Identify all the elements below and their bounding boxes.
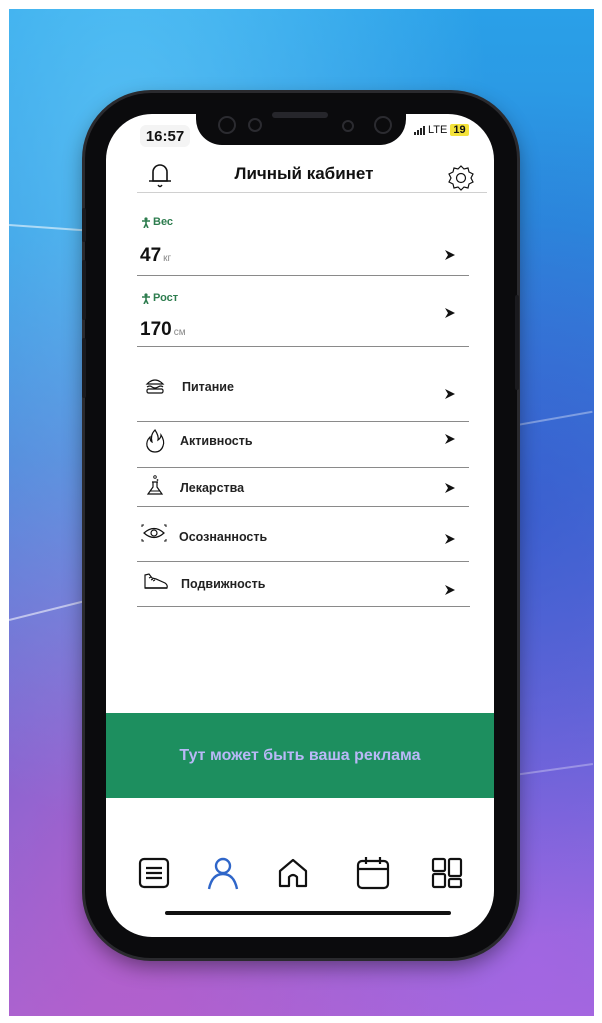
phone-side-button <box>82 338 86 398</box>
status-indicators: LTE 19 <box>414 124 469 136</box>
person-icon <box>142 292 150 304</box>
tab-calendar[interactable] <box>353 853 393 893</box>
dashboard-icon <box>431 857 463 889</box>
ad-banner[interactable]: Тут может быть ваша реклама <box>106 713 494 798</box>
menu-item-label: Активность <box>180 434 253 448</box>
list-icon <box>138 857 170 889</box>
tab-profile[interactable] <box>203 853 243 893</box>
divider <box>137 606 470 607</box>
menu-item-activity[interactable]: Активность <box>137 423 471 467</box>
metric-value: 170 см <box>140 319 186 341</box>
metric-label: Вес <box>141 216 173 228</box>
tab-home[interactable] <box>273 853 313 893</box>
menu-item-nutrition[interactable]: Питание <box>137 366 471 420</box>
phone-camera <box>218 116 236 134</box>
menu-item-mobility[interactable]: Подвижность <box>137 563 471 607</box>
divider <box>137 275 469 276</box>
chevron-right-icon <box>445 308 455 318</box>
height-unit: см <box>173 327 186 338</box>
phone-camera <box>374 116 392 134</box>
divider <box>137 506 469 507</box>
metric-label-text: Рост <box>153 292 179 304</box>
divider <box>137 467 469 468</box>
menu-item-mindfulness[interactable]: Осознанность <box>137 515 471 561</box>
calendar-icon <box>356 857 390 890</box>
flask-icon <box>146 475 164 495</box>
phone-side-button <box>82 208 86 242</box>
menu-item-label: Лекарства <box>180 481 245 495</box>
profile-icon <box>207 857 239 890</box>
divider <box>137 346 469 347</box>
person-icon <box>142 216 150 228</box>
burger-icon <box>145 379 165 394</box>
height-value: 170 <box>140 319 172 340</box>
phone-camera <box>248 118 262 132</box>
menu-item-label: Осознанность <box>179 530 268 544</box>
weight-unit: кг <box>163 253 172 264</box>
flame-icon <box>146 429 165 453</box>
sneaker-icon <box>144 573 168 589</box>
chevron-right-icon <box>445 483 455 493</box>
battery-level: 19 <box>450 124 469 136</box>
metric-row-height[interactable]: Рост 170 см <box>137 286 471 346</box>
tab-list[interactable] <box>134 853 174 893</box>
status-time: 16:57 <box>140 125 190 147</box>
divider <box>137 421 469 422</box>
tab-dashboard[interactable] <box>427 853 467 893</box>
signal-icon <box>414 125 425 135</box>
ad-text: Тут может быть ваша реклама <box>179 746 421 764</box>
metric-value: 47 кг <box>140 245 171 267</box>
chevron-right-icon <box>445 585 455 595</box>
weight-value: 47 <box>140 245 162 266</box>
chevron-right-icon <box>445 434 455 444</box>
metric-label-text: Вес <box>153 216 174 228</box>
home-indicator <box>165 911 451 915</box>
eye-icon <box>141 524 167 542</box>
gear-icon <box>448 165 474 191</box>
phone-camera <box>342 120 354 132</box>
menu-item-label: Подвижность <box>181 577 266 591</box>
chevron-right-icon <box>445 250 455 260</box>
chevron-right-icon <box>445 389 455 399</box>
home-icon <box>278 858 308 888</box>
phone-side-button <box>82 260 86 320</box>
phone-speaker <box>272 112 328 118</box>
network-label: LTE <box>428 124 448 136</box>
metric-label: Рост <box>141 292 178 304</box>
bell-icon <box>149 164 171 188</box>
page-title: Личный кабинет <box>234 164 374 183</box>
menu-item-label: Питание <box>182 380 234 394</box>
menu-item-medicines[interactable]: Лекарства <box>137 470 471 506</box>
chevron-right-icon <box>445 534 455 544</box>
divider <box>137 561 469 562</box>
metric-row-weight[interactable]: Вес 47 кг <box>137 210 471 276</box>
settings-button[interactable] <box>444 162 478 194</box>
phone-power-button <box>515 295 519 390</box>
header-divider <box>137 192 487 193</box>
notifications-button[interactable] <box>144 158 176 192</box>
